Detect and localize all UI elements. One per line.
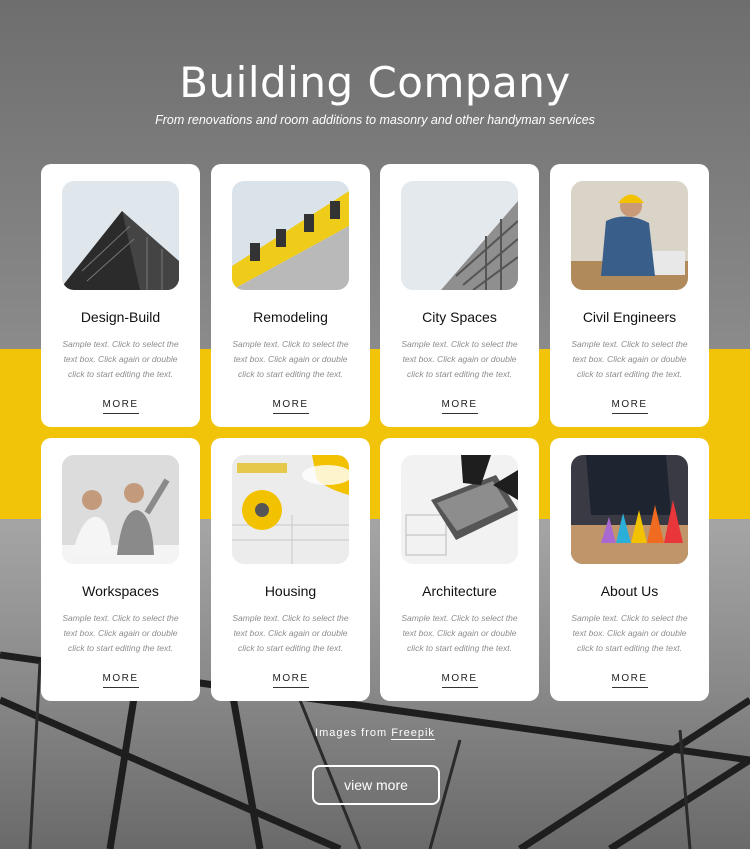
service-title: Civil Engineers bbox=[582, 309, 677, 325]
tower-balconies-image bbox=[401, 181, 518, 290]
service-card-housing: Housing Sample text. Click to select the… bbox=[211, 438, 370, 701]
more-link[interactable]: MORE bbox=[102, 673, 139, 688]
more-link[interactable]: MORE bbox=[272, 673, 309, 688]
service-description: Sample text. Click to select the text bo… bbox=[62, 613, 179, 653]
service-description: Sample text. Click to select the text bo… bbox=[401, 613, 518, 653]
service-card-civil-engineers: Civil Engineers Sample text. Click to se… bbox=[550, 164, 709, 427]
service-title: Remodeling bbox=[253, 309, 328, 325]
service-card-remodeling: Remodeling Sample text. Click to select … bbox=[211, 164, 370, 427]
more-link[interactable]: MORE bbox=[611, 399, 648, 414]
colleagues-office-image bbox=[62, 455, 179, 564]
view-more-button[interactable]: view more bbox=[312, 765, 440, 805]
blueprints-tape-image bbox=[232, 455, 349, 564]
more-link[interactable]: MORE bbox=[441, 673, 478, 688]
service-title: About Us bbox=[600, 583, 659, 599]
more-link[interactable]: MORE bbox=[272, 399, 309, 414]
credit-prefix: Images from bbox=[315, 727, 388, 739]
service-title: Design-Build bbox=[80, 309, 161, 325]
page-subtitle: From renovations and room additions to m… bbox=[155, 113, 595, 127]
service-description: Sample text. Click to select the text bo… bbox=[571, 613, 688, 653]
service-description: Sample text. Click to select the text bo… bbox=[62, 339, 179, 379]
service-title: City Spaces bbox=[422, 309, 497, 325]
service-card-city-spaces: City Spaces Sample text. Click to select… bbox=[380, 164, 539, 427]
service-card-about-us: About Us Sample text. Click to select th… bbox=[550, 438, 709, 701]
service-card-workspaces: Workspaces Sample text. Click to select … bbox=[41, 438, 200, 701]
engineer-hardhat-image bbox=[571, 181, 688, 290]
service-title: Architecture bbox=[422, 583, 497, 599]
service-card-design-build: Design-Build Sample text. Click to selec… bbox=[41, 164, 200, 427]
service-title: Workspaces bbox=[82, 583, 159, 599]
color-pyramids-image bbox=[571, 455, 688, 564]
service-card-architecture: Architecture Sample text. Click to selec… bbox=[380, 438, 539, 701]
laptop-plans-image bbox=[401, 455, 518, 564]
page-title: Building Company bbox=[179, 58, 571, 107]
building-facade-image bbox=[62, 181, 179, 290]
yellow-building-image bbox=[232, 181, 349, 290]
service-description: Sample text. Click to select the text bo… bbox=[571, 339, 688, 379]
more-link[interactable]: MORE bbox=[441, 399, 478, 414]
service-description: Sample text. Click to select the text bo… bbox=[401, 339, 518, 379]
freepik-link[interactable]: Freepik bbox=[391, 727, 435, 740]
service-title: Housing bbox=[264, 583, 317, 599]
service-description: Sample text. Click to select the text bo… bbox=[232, 339, 349, 379]
image-credit: Images from Freepik bbox=[0, 727, 750, 740]
more-link[interactable]: MORE bbox=[102, 399, 139, 414]
service-description: Sample text. Click to select the text bo… bbox=[232, 613, 349, 653]
more-link[interactable]: MORE bbox=[611, 673, 648, 688]
